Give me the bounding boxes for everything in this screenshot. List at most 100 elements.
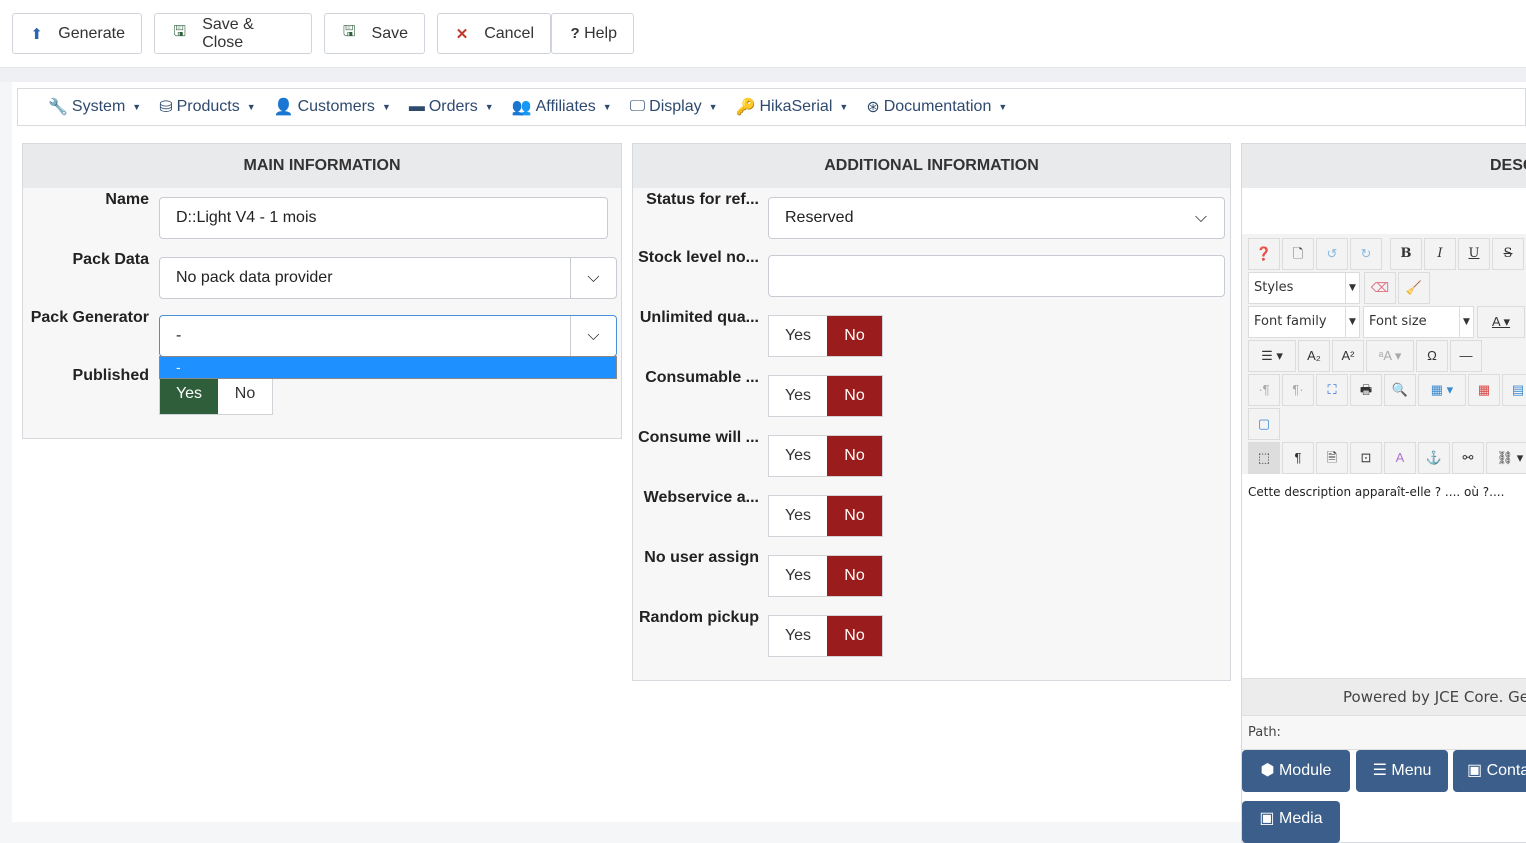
- wrench-icon: 🔧: [48, 99, 68, 116]
- action-toolbar: ⬆ Generate 🖫 Save & Close 🖫 Save ✕ Cancel ? H…: [0, 0, 1526, 68]
- pack-generator-dropdown: -: [159, 356, 617, 379]
- delete-table-icon[interactable]: ▦: [1468, 374, 1500, 406]
- yes-option[interactable]: Yes: [769, 376, 827, 416]
- contact-button[interactable]: ▣ Conta: [1453, 750, 1526, 792]
- superscript-icon[interactable]: A²: [1332, 340, 1364, 372]
- menu-button[interactable]: ☰ Menu: [1356, 750, 1448, 792]
- link-icon[interactable]: ⛓ ▾: [1486, 442, 1526, 474]
- dropdown-option[interactable]: -: [160, 357, 616, 378]
- font-case-icon[interactable]: ᵃA ▾: [1366, 340, 1414, 372]
- main-information-panel: MAIN INFORMATION Name D::Light V4 - 1 mo…: [22, 143, 622, 439]
- bold-icon[interactable]: B: [1390, 238, 1422, 270]
- yes-no-toggle: Yes No: [768, 495, 883, 537]
- yes-option[interactable]: Yes: [769, 556, 827, 596]
- toggle-label: No user assign: [644, 549, 759, 566]
- chevron-down-icon: ▼: [1345, 273, 1359, 303]
- separator: [0, 68, 1526, 82]
- help-button[interactable]: ? Help: [551, 13, 634, 54]
- chevron-down-icon: ▼: [1345, 307, 1359, 337]
- nav-hikaserial[interactable]: 🔑 HikaSerial ▼: [736, 97, 849, 117]
- unlink-icon[interactable]: ⚯: [1452, 442, 1484, 474]
- nav-display[interactable]: 🖵 Display ▼: [630, 98, 718, 116]
- toggle-label: Consumable ...: [645, 369, 759, 386]
- no-option[interactable]: No: [827, 496, 882, 536]
- table-row-icon[interactable]: ▤: [1502, 374, 1526, 406]
- yes-no-toggle: Yes No: [768, 375, 883, 417]
- pack-generator-select[interactable]: - ⌵: [159, 315, 617, 357]
- print-icon[interactable]: 🖶: [1350, 374, 1382, 406]
- yes-option[interactable]: Yes: [769, 616, 827, 656]
- table-cell-icon[interactable]: ▢: [1248, 408, 1280, 440]
- undo-icon[interactable]: ↺: [1316, 238, 1348, 270]
- lifebuoy-icon: ⊛: [866, 99, 880, 116]
- redo-icon[interactable]: ↻: [1350, 238, 1382, 270]
- no-option[interactable]: No: [827, 436, 882, 476]
- no-option[interactable]: No: [827, 556, 882, 596]
- save-button[interactable]: 🖫 Save: [324, 13, 425, 54]
- name-input[interactable]: D::Light V4 - 1 mois: [159, 197, 608, 239]
- yes-no-toggle: Yes No: [768, 555, 883, 597]
- text-color-icon[interactable]: A ▾: [1477, 306, 1525, 338]
- eraser-icon[interactable]: ⌫: [1364, 272, 1396, 304]
- toggle-label: Consume will ...: [638, 429, 759, 446]
- subscript-icon[interactable]: A₂: [1298, 340, 1330, 372]
- visual-aid-icon[interactable]: ⬚: [1248, 442, 1280, 474]
- save-icon: 🖫: [173, 23, 186, 40]
- yes-option[interactable]: Yes: [769, 436, 827, 476]
- yes-no-toggle: Yes No: [768, 615, 883, 657]
- style-icon[interactable]: A: [1384, 442, 1416, 474]
- font-size-select[interactable]: Font size ▼: [1363, 306, 1474, 338]
- no-option[interactable]: No: [827, 376, 882, 416]
- yes-option[interactable]: Yes: [160, 374, 218, 414]
- nav-affiliates[interactable]: 👥 Affiliates ▼: [512, 97, 612, 117]
- search-icon[interactable]: 🔍: [1384, 374, 1416, 406]
- fullscreen-icon[interactable]: ⛶: [1316, 374, 1348, 406]
- stock-input[interactable]: [768, 255, 1225, 297]
- editor-content[interactable]: Cette description apparaît-elle ? .... o…: [1248, 485, 1504, 499]
- ltr-icon[interactable]: ·¶: [1248, 374, 1280, 406]
- anchor-icon[interactable]: ⚓: [1418, 442, 1450, 474]
- nav-orders[interactable]: ▬ Orders ▼: [409, 98, 494, 116]
- paragraph-icon[interactable]: ¶: [1282, 442, 1314, 474]
- nav-system[interactable]: 🔧 System ▼: [48, 97, 141, 117]
- panel-title: MAIN INFORMATION: [23, 144, 621, 188]
- special-char-icon[interactable]: Ω: [1416, 340, 1448, 372]
- additional-information-panel: ADDITIONAL INFORMATION Status for ref...…: [632, 143, 1231, 681]
- nav-products[interactable]: ⛁ Products ▼: [159, 97, 255, 117]
- italic-icon[interactable]: I: [1424, 238, 1456, 270]
- no-option[interactable]: No: [827, 616, 882, 656]
- user-icon: 👤: [273, 99, 294, 116]
- media-button[interactable]: ▣ Media: [1242, 801, 1340, 843]
- save-icon: 🖫: [342, 23, 356, 40]
- font-family-select[interactable]: Font family ▼: [1248, 306, 1360, 338]
- toggle-label: Unlimited qua...: [639, 309, 759, 326]
- bullet-list-icon[interactable]: ☰ ▾: [1248, 340, 1296, 372]
- nav-customers[interactable]: 👤 Customers ▼: [274, 97, 391, 117]
- strikethrough-icon[interactable]: S: [1492, 238, 1524, 270]
- no-option[interactable]: No: [827, 316, 882, 356]
- status-select[interactable]: Reserved ⌵: [768, 197, 1225, 239]
- broom-icon[interactable]: 🧹: [1398, 272, 1430, 304]
- generate-button[interactable]: ⬆ Generate: [12, 13, 142, 54]
- pagebreak-icon[interactable]: ⊡: [1350, 442, 1382, 474]
- yes-option[interactable]: Yes: [769, 316, 827, 356]
- horizontal-rule-icon[interactable]: —: [1450, 340, 1482, 372]
- rtl-icon[interactable]: ¶·: [1282, 374, 1314, 406]
- no-option[interactable]: No: [218, 374, 272, 414]
- cancel-button[interactable]: ✕ Cancel: [437, 13, 551, 54]
- styles-select[interactable]: Styles ▼: [1248, 272, 1360, 304]
- pack-data-select[interactable]: No pack data provider ⌵: [159, 257, 617, 299]
- new-document-icon[interactable]: 🗋: [1282, 238, 1314, 270]
- module-button[interactable]: ⬢ Module: [1242, 750, 1350, 792]
- help-icon[interactable]: ❓: [1248, 238, 1280, 270]
- save-close-button[interactable]: 🖫 Save & Close: [154, 13, 312, 54]
- powered-by: Powered by JCE Core. Get: [1242, 678, 1526, 716]
- nav-documentation[interactable]: ⊛ Documentation ▼: [866, 97, 1007, 117]
- question-icon: ?: [570, 25, 580, 42]
- table-icon[interactable]: ▦ ▾: [1418, 374, 1466, 406]
- chevron-down-icon: ⌵: [570, 258, 616, 298]
- underline-icon[interactable]: U: [1458, 238, 1490, 270]
- users-icon: 👥: [511, 99, 532, 116]
- yes-option[interactable]: Yes: [769, 496, 827, 536]
- preview-icon[interactable]: 🗎: [1316, 442, 1348, 474]
